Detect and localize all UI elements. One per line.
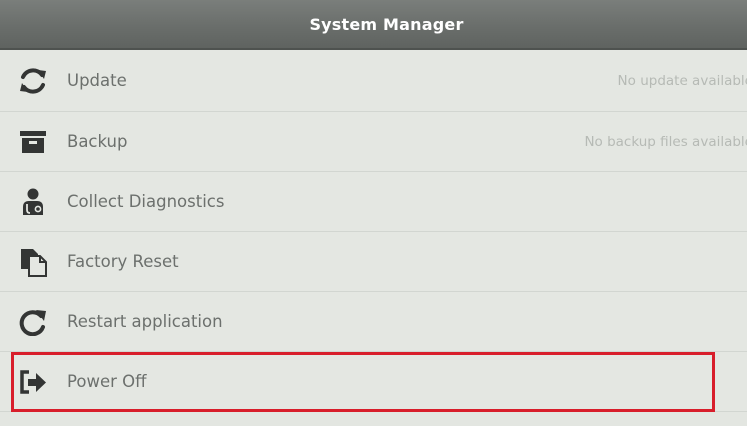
menu-item-label: Collect Diagnostics	[67, 192, 225, 211]
technician-icon	[15, 184, 51, 220]
menu-item-label: Restart application	[67, 312, 223, 331]
refresh-icon	[15, 63, 51, 99]
menu-item-label: Backup	[67, 132, 128, 151]
document-reset-icon	[15, 244, 51, 280]
update-status-text: No update available	[617, 72, 747, 89]
menu-item-label: Update	[67, 71, 127, 90]
menu-item-label: Power Off	[67, 372, 147, 391]
exit-arrow-icon	[15, 364, 51, 400]
menu-list: Update No update available Backup No bac…	[0, 50, 747, 412]
restart-arrow-icon	[15, 304, 51, 340]
menu-item-label: Factory Reset	[67, 252, 179, 271]
menu-item-update[interactable]: Update No update available	[0, 50, 747, 112]
title-bar: System Manager	[0, 0, 747, 50]
system-manager-screen: System Manager Update No update availabl…	[0, 0, 747, 426]
menu-item-collect-diagnostics[interactable]: Collect Diagnostics	[0, 172, 747, 232]
menu-item-backup[interactable]: Backup No backup files available	[0, 112, 747, 172]
menu-item-power-off[interactable]: Power Off	[0, 352, 747, 412]
backup-status-text: No backup files available	[584, 133, 747, 150]
menu-item-factory-reset[interactable]: Factory Reset	[0, 232, 747, 292]
window-title: System Manager	[309, 14, 464, 34]
menu-item-restart-application[interactable]: Restart application	[0, 292, 747, 352]
archive-box-icon	[15, 124, 51, 160]
